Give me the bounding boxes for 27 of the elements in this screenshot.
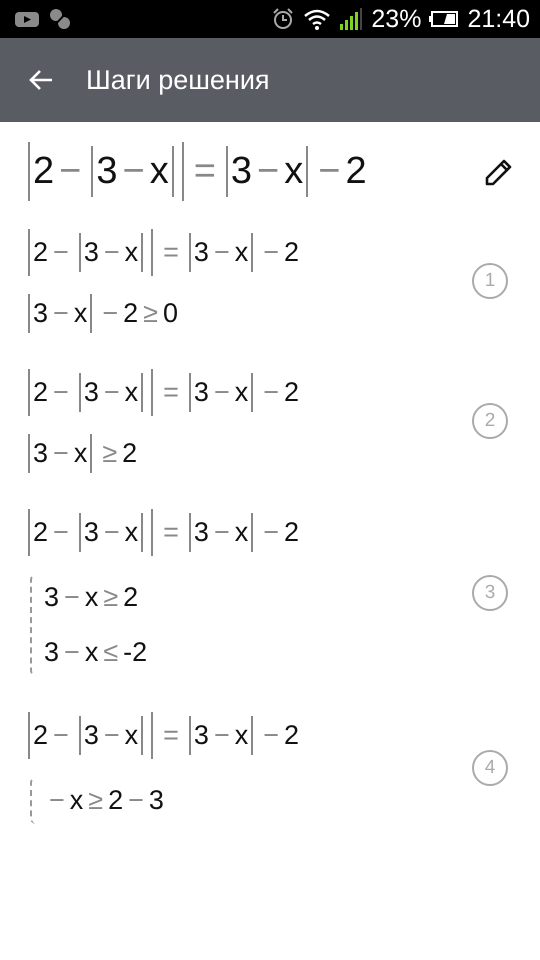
back-button[interactable] [28, 68, 54, 92]
equation: 2 − 3 − x = 3 − x − 2 [28, 712, 300, 759]
signal-icon [339, 7, 364, 31]
step-number[interactable]: 4 [472, 750, 508, 786]
inequality: − x ≥ 2 − 3 [48, 785, 164, 816]
wifi-icon [303, 8, 332, 30]
battery-icon [429, 10, 460, 28]
equation: 3 − x ≥ 2 [28, 434, 300, 473]
clock: 21:40 [467, 4, 530, 34]
step-number[interactable]: 2 [472, 403, 508, 439]
equation: 2 − 3 − x = 3 − x − 2 [28, 369, 300, 416]
edit-button[interactable] [484, 156, 514, 186]
equation: 2 − 3 − x = 3 − x − 2 [28, 229, 300, 276]
step-number[interactable]: 1 [472, 263, 508, 299]
screen-title: Шаги решения [86, 64, 270, 96]
video-app-icon [14, 9, 40, 29]
equation: 2− 3−x = 3−x −2 [28, 142, 367, 201]
back-arrow-icon [28, 68, 54, 92]
equation: 3 − x − 2 ≥ 0 [28, 294, 300, 333]
alarm-icon [271, 7, 296, 31]
equation: 2 − 3 − x = 3 − x − 2 [28, 509, 300, 556]
inequality: 3 − x ≥ 2 [44, 582, 140, 613]
inequality: 3 − x ≤ -2 [44, 637, 148, 668]
pencil-icon [484, 156, 514, 186]
battery-percent: 23% [371, 4, 422, 34]
step-number[interactable]: 3 [472, 574, 508, 610]
notification-icon [48, 7, 72, 31]
